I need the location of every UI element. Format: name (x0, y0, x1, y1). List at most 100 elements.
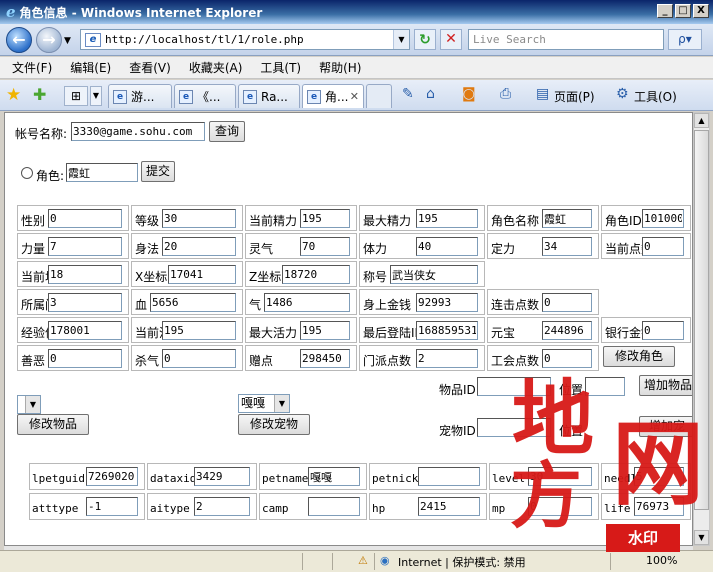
pet-field-input[interactable] (86, 467, 138, 486)
page-menu[interactable]: 页面(P) (554, 88, 595, 105)
internet-zone-icon: ◉ (380, 554, 390, 567)
history-dropdown-icon[interactable]: ▼ (64, 36, 71, 46)
modify-pet-button[interactable]: 修改宠物 (238, 414, 310, 435)
role-field-input[interactable] (542, 293, 592, 312)
role-field-input[interactable] (48, 321, 122, 340)
menu-view[interactable]: 查看(V) (129, 59, 171, 76)
role-field-input[interactable] (390, 265, 478, 284)
address-input[interactable]: http://localhost/tl/1/role.php (105, 33, 393, 46)
role-field-input[interactable] (300, 349, 350, 368)
role-field-input[interactable] (48, 209, 122, 228)
role-field-input[interactable] (162, 349, 236, 368)
print-icon[interactable]: ⎙ (500, 86, 511, 102)
quick-tabs-icon[interactable]: ⊞ (64, 86, 88, 106)
query-button[interactable]: 查询 (209, 121, 245, 142)
role-field-input[interactable] (48, 237, 122, 256)
watermark-stamp: 水印 (606, 524, 680, 552)
scroll-down-icon[interactable]: ▼ (694, 530, 709, 545)
role-field-input[interactable] (416, 293, 478, 312)
role-field-input[interactable] (300, 321, 350, 340)
menu-edit[interactable]: 编辑(E) (70, 59, 111, 76)
minimize-button[interactable]: _ (657, 4, 673, 18)
role-field-input[interactable] (300, 237, 350, 256)
pet-select[interactable]: 嘎嘎 ▼ (238, 394, 290, 413)
back-button[interactable]: ← (6, 27, 32, 53)
menu-help[interactable]: 帮助(H) (319, 59, 361, 76)
role-field-input[interactable] (542, 321, 592, 340)
role-field-input[interactable] (416, 209, 478, 228)
role-field-input[interactable] (282, 265, 350, 284)
tools-menu[interactable]: 工具(O) (634, 88, 677, 105)
role-field-input[interactable] (542, 209, 592, 228)
role-field-label: X坐标 (135, 270, 168, 284)
role-field-input[interactable] (416, 321, 478, 340)
menu-file[interactable]: 文件(F) (12, 59, 52, 76)
role-field-input[interactable] (168, 265, 236, 284)
role-field-label: 血 (135, 298, 148, 312)
role-field-input[interactable] (48, 265, 122, 284)
role-label: 角色: (36, 169, 65, 183)
role-field-input[interactable] (162, 237, 236, 256)
forward-button[interactable]: → (36, 27, 62, 53)
role-field-input[interactable] (642, 321, 684, 340)
role-field-input[interactable] (416, 349, 478, 368)
role-field-input[interactable] (264, 293, 350, 312)
role-field-input[interactable] (642, 209, 684, 228)
new-tab-button[interactable] (366, 84, 392, 108)
pet-field-input[interactable] (86, 497, 138, 516)
role-name-input[interactable] (66, 163, 138, 182)
add-item-button[interactable]: 增加物品 (639, 375, 692, 396)
submit-button[interactable]: 提交 (141, 161, 175, 182)
menu-favorites[interactable]: 收藏夹(A) (189, 59, 243, 76)
role-field-cell: 最大活力 (245, 317, 357, 343)
tab-ra[interactable]: e Ra... (238, 84, 300, 108)
role-field-input[interactable] (48, 349, 122, 368)
maximize-button[interactable]: □ (675, 4, 691, 18)
search-button[interactable]: ρ▾ (668, 29, 702, 50)
role-field-cell: 门派点数 (359, 345, 485, 371)
scroll-up-icon[interactable]: ▲ (694, 113, 709, 128)
tab-book[interactable]: e 《... (174, 84, 236, 108)
role-field-label: 力量 (21, 242, 46, 256)
role-field-input[interactable] (416, 237, 478, 256)
account-input[interactable] (71, 122, 205, 141)
role-field-input[interactable] (162, 321, 236, 340)
home-icon[interactable]: ⌂ (426, 86, 435, 102)
pet-field-label: mp (492, 502, 506, 515)
role-radio[interactable] (21, 167, 33, 179)
menu-tools[interactable]: 工具(T) (260, 59, 301, 76)
role-field-input[interactable] (48, 293, 122, 312)
role-field-input[interactable] (162, 209, 236, 228)
role-field-input[interactable] (542, 349, 592, 368)
close-window-button[interactable]: X (693, 4, 709, 18)
tab-list-dropdown-icon[interactable]: ▼ (90, 86, 102, 106)
refresh-button[interactable]: ↻ (414, 29, 436, 50)
tab-game[interactable]: e 游... (108, 84, 172, 108)
add-favorite-icon[interactable]: ✚ (33, 85, 46, 104)
item-select[interactable]: ▼ (17, 395, 41, 414)
pet-field-input[interactable] (308, 467, 360, 486)
modify-item-button[interactable]: 修改物品 (17, 414, 89, 435)
zoom-level[interactable]: 100% (646, 554, 677, 567)
stop-button[interactable]: ✕ (440, 29, 462, 50)
address-bar[interactable]: e http://localhost/tl/1/role.php ▼ (80, 29, 410, 50)
pet-field-input[interactable] (194, 467, 250, 486)
tab-role-info[interactable]: e 角... ✕ (302, 84, 364, 108)
role-field-input[interactable] (300, 209, 350, 228)
tab-close-icon[interactable]: ✕ (350, 90, 359, 103)
pet-field-cell: aitype (147, 493, 257, 520)
modify-role-button[interactable]: 修改角色 (603, 346, 675, 367)
address-dropdown-icon[interactable]: ▼ (393, 30, 409, 49)
role-field-input[interactable] (150, 293, 236, 312)
role-field-input[interactable] (642, 237, 684, 256)
pet-field-input[interactable] (418, 467, 480, 486)
favorites-star-icon[interactable]: ★ (6, 85, 21, 105)
search-input[interactable]: Live Search (468, 29, 664, 50)
research-icon[interactable]: ✎ (402, 86, 414, 102)
pet-field-input[interactable] (418, 497, 480, 516)
pet-field-label: camp (262, 502, 289, 515)
role-field-input[interactable] (542, 237, 592, 256)
feeds-icon[interactable]: ◙ (462, 86, 476, 102)
pet-field-input[interactable] (194, 497, 250, 516)
pet-field-input[interactable] (308, 497, 360, 516)
